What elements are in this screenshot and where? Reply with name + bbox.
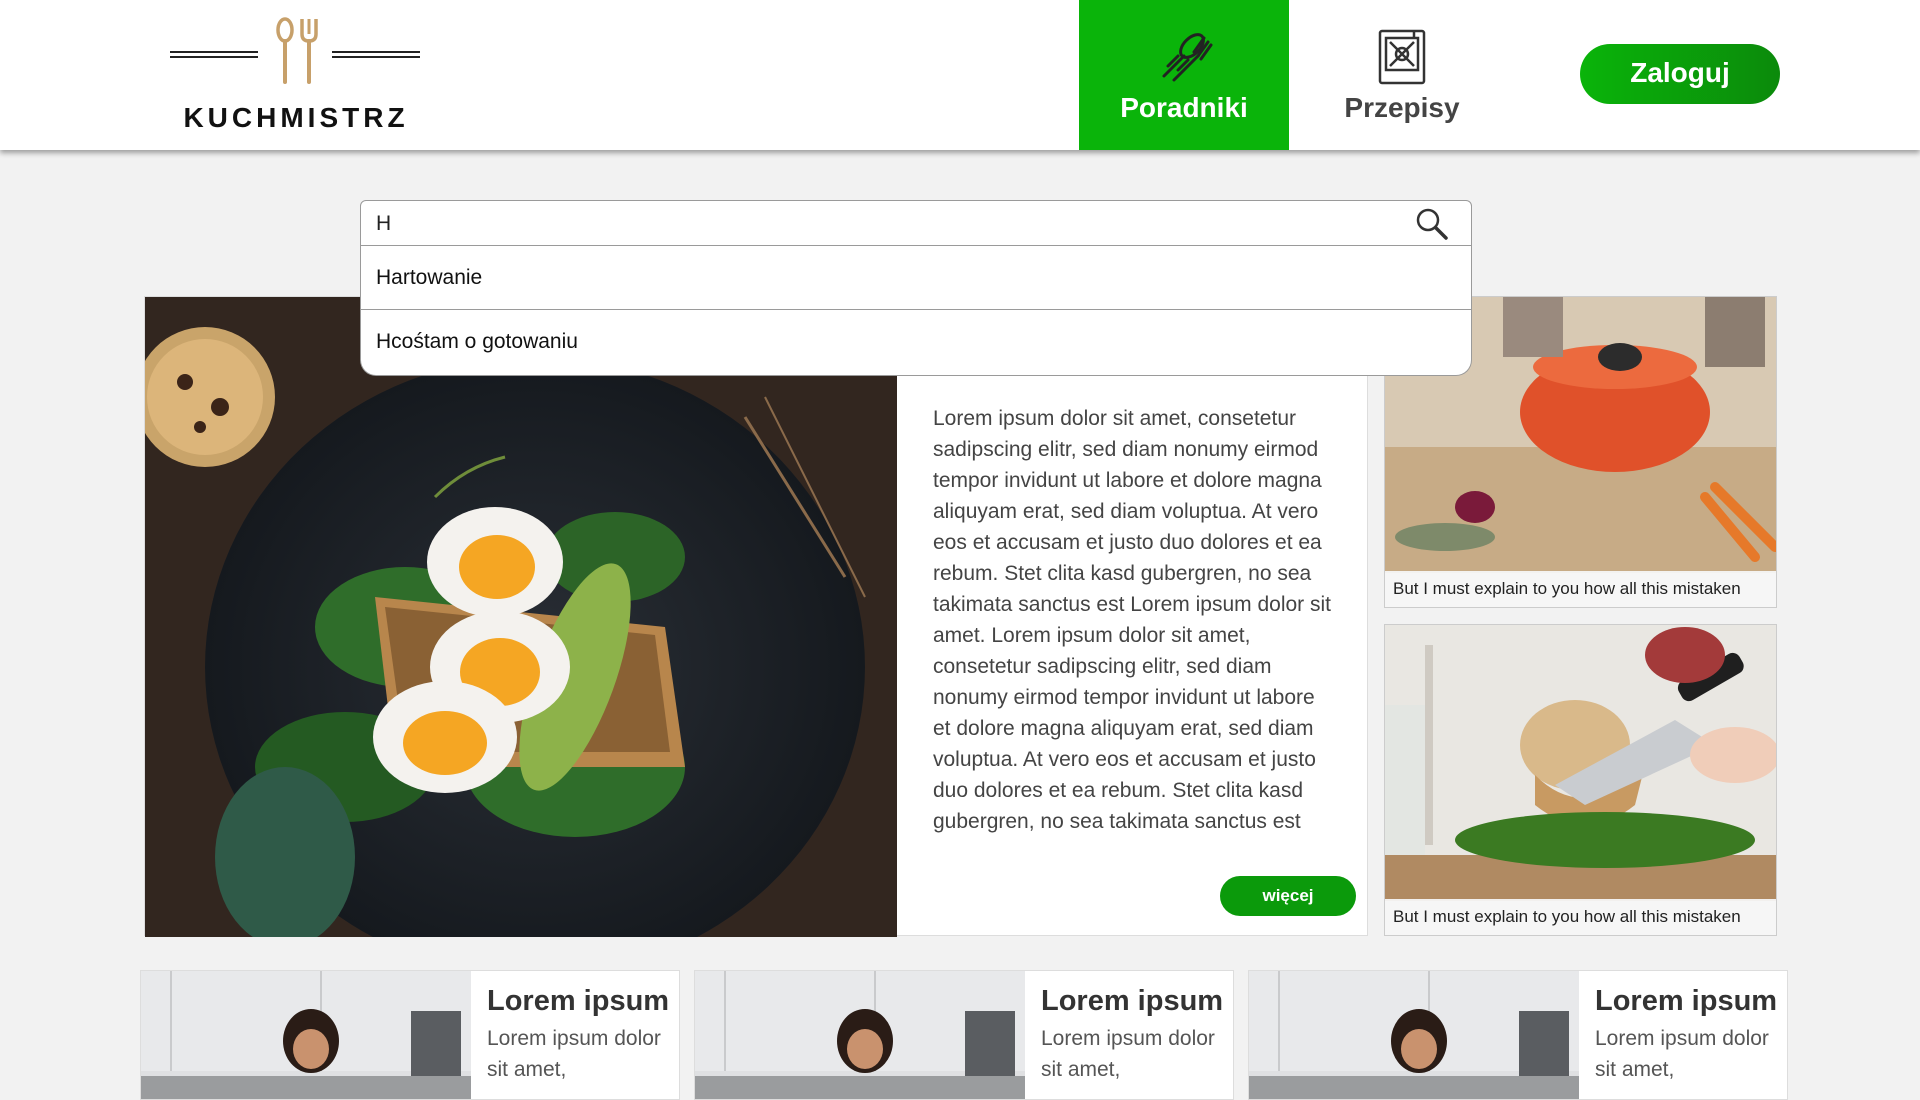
article-card[interactable]: Lorem ipsum Lorem ipsum dolor sit amet,	[1248, 970, 1788, 1100]
more-button[interactable]: więcej	[1220, 876, 1356, 916]
card-title: Lorem ipsum	[1595, 985, 1778, 1017]
site-header: KUCHMISTRZ Poradniki Przepisy Zaloguj	[0, 0, 1920, 150]
login-button[interactable]: Zaloguj	[1580, 44, 1780, 104]
search-suggestions: Hartowanie Hcośtam o gotowaniu	[360, 246, 1472, 376]
tab-poradniki[interactable]: Poradniki	[1079, 0, 1289, 150]
side-card-caption: But I must explain to you how all this m…	[1385, 571, 1776, 607]
card-description: Lorem ipsum dolor sit amet,	[1041, 1027, 1215, 1081]
search-icon[interactable]	[1415, 207, 1449, 241]
suggestion-item[interactable]: Hartowanie	[361, 246, 1471, 310]
article-card[interactable]: Lorem ipsum Lorem ipsum dolor sit amet,	[140, 970, 680, 1100]
suggestion-item[interactable]: Hcośtam o gotowaniu	[361, 310, 1471, 373]
tab-przepisy[interactable]: Przepisy	[1297, 0, 1507, 150]
featured-food-photo[interactable]	[145, 297, 897, 937]
search-query: H	[376, 212, 392, 235]
side-article-card[interactable]: But I must explain to you how all this m…	[1384, 624, 1777, 936]
woman-kitchen-photo	[1249, 971, 1579, 1099]
logo-line-right	[332, 51, 420, 58]
woman-kitchen-photo	[141, 971, 471, 1099]
tab-label: Poradniki	[1120, 92, 1248, 123]
featured-article: Lorem ipsum dolor sit amet, consetetur s…	[144, 296, 1368, 937]
recipe-book-icon	[1378, 29, 1426, 85]
woman-kitchen-photo	[695, 971, 1025, 1099]
search-input[interactable]: H	[360, 200, 1472, 246]
card-title: Lorem ipsum	[487, 985, 670, 1017]
tab-label: Przepisy	[1344, 92, 1460, 123]
chopping-herbs-photo	[1385, 625, 1776, 901]
card-description: Lorem ipsum dolor sit amet,	[487, 1027, 661, 1081]
whisk-spatula-icon	[1162, 33, 1213, 82]
logo-text: KUCHMISTRZ	[183, 102, 409, 133]
card-title: Lorem ipsum	[1041, 985, 1224, 1017]
article-card[interactable]: Lorem ipsum Lorem ipsum dolor sit amet,	[694, 970, 1234, 1100]
featured-article-text: Lorem ipsum dolor sit amet, consetetur s…	[933, 407, 1331, 833]
spoon-fork-icon	[276, 17, 318, 84]
logo-line-left	[170, 51, 258, 58]
eggs-avocado-toast-image	[145, 297, 897, 937]
card-description: Lorem ipsum dolor sit amet,	[1595, 1027, 1769, 1081]
side-card-caption: But I must explain to you how all this m…	[1385, 899, 1776, 935]
site-logo[interactable]: KUCHMISTRZ	[168, 16, 424, 136]
